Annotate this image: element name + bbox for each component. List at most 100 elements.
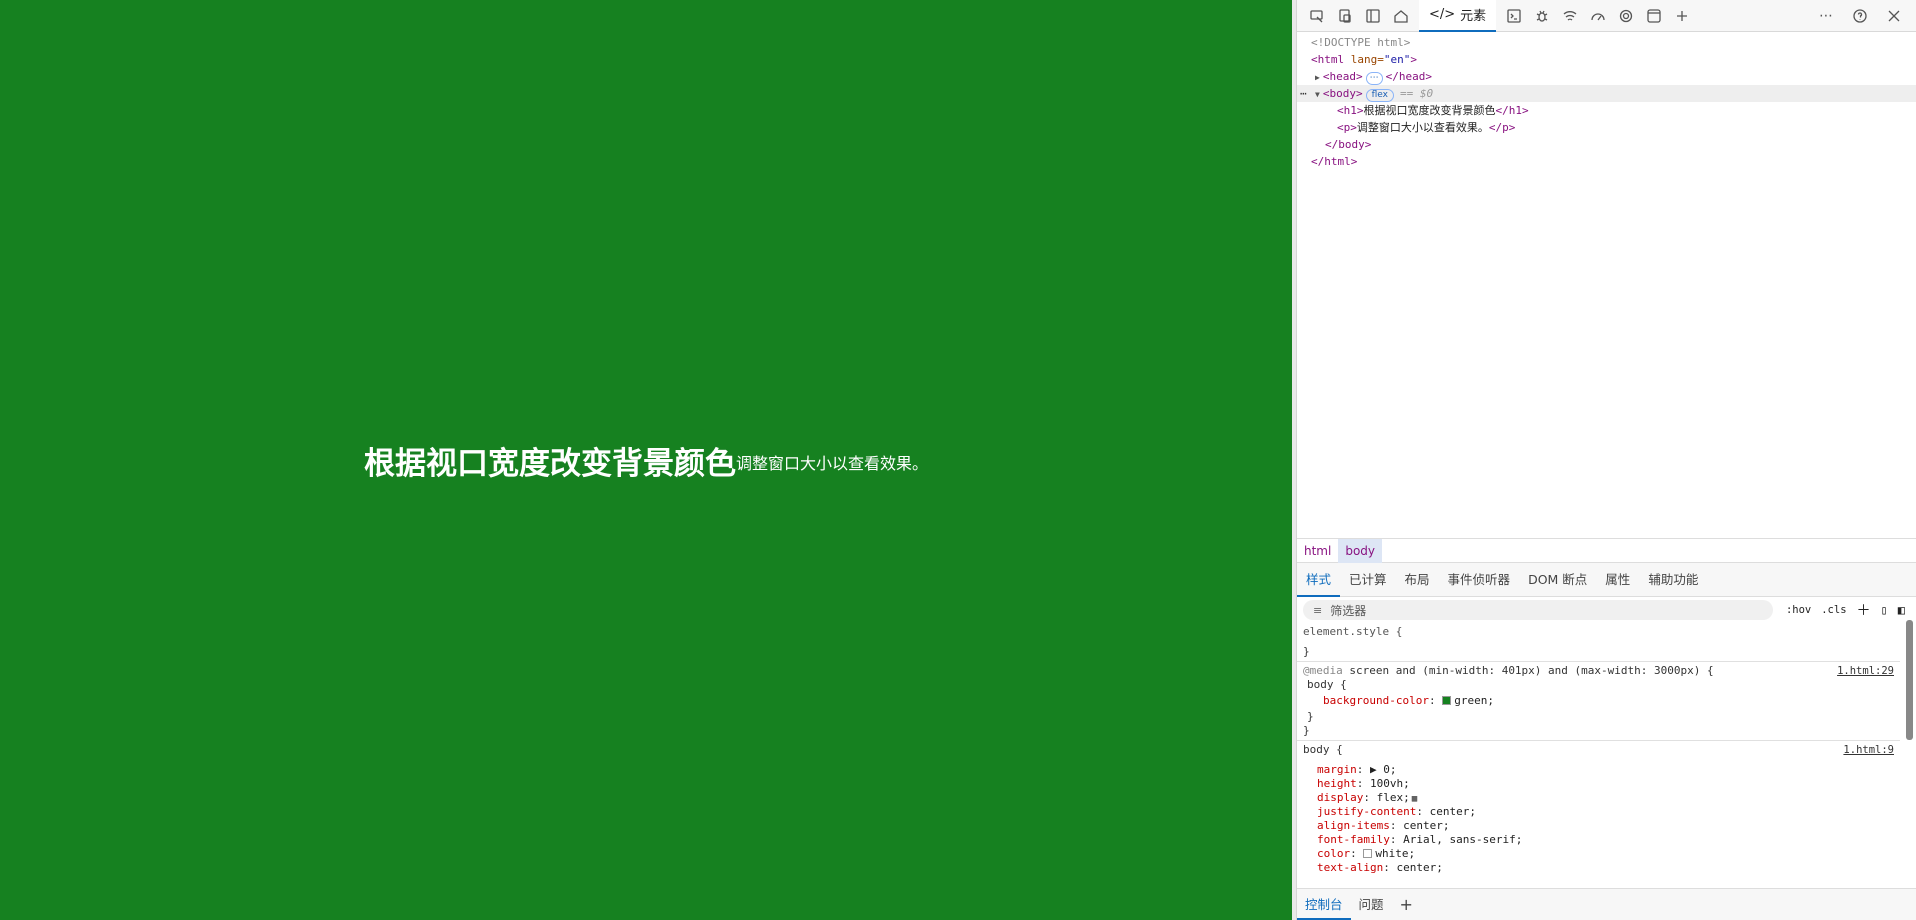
body-selector[interactable]: body {: [1303, 743, 1343, 756]
styles-scrollbar[interactable]: [1905, 604, 1914, 884]
tab-elements[interactable]: </> 元素: [1419, 0, 1497, 32]
console-icon[interactable]: [1500, 2, 1528, 30]
color-swatch[interactable]: [1442, 696, 1452, 705]
prop-name: align-items: [1317, 819, 1390, 832]
prop-display[interactable]: display: flex; ▦: [1297, 791, 1900, 805]
element-style-selector[interactable]: element.style {: [1297, 625, 1900, 639]
drawer-tabs: 控制台 问题 +: [1297, 888, 1916, 920]
tab-layout[interactable]: 布局: [1396, 563, 1439, 597]
inspect-icon[interactable]: [1303, 2, 1331, 30]
prop-value: center;: [1403, 819, 1450, 832]
expand-arrow-icon[interactable]: ▶: [1315, 73, 1320, 82]
h1-open-tag: <h1>: [1337, 104, 1364, 117]
paint-brush-icon[interactable]: ▯: [1881, 603, 1888, 617]
more-icon[interactable]: ⋯: [1812, 2, 1840, 30]
media-close: }: [1303, 724, 1310, 737]
body-close-tag: </body>: [1325, 138, 1372, 151]
tab-elements-label: 元素: [1460, 9, 1487, 24]
media-query: screen and (min-width: 401px) and (max-w…: [1342, 664, 1714, 677]
white-swatch[interactable]: [1363, 849, 1373, 858]
network-icon[interactable]: [1556, 2, 1584, 30]
tab-properties[interactable]: 属性: [1596, 563, 1639, 597]
filter-input[interactable]: ≡ 筛选器: [1303, 600, 1773, 620]
page-paragraph: 调整窗口大小以查看效果。: [735, 456, 928, 473]
prop-value: ▶ 0;: [1370, 763, 1397, 776]
flex-badge[interactable]: flex: [1365, 89, 1394, 102]
prop-name: font-family: [1317, 833, 1390, 846]
hov-button[interactable]: :hov: [1786, 604, 1811, 616]
breadcrumb: html body: [1297, 538, 1916, 563]
media-prop-line[interactable]: background-color: green;: [1297, 694, 1900, 708]
add-tab-icon[interactable]: +: [1392, 889, 1421, 920]
prop-name: margin: [1317, 763, 1357, 776]
new-rule-icon[interactable]: ＋: [1857, 600, 1871, 620]
prop-name: display: [1317, 791, 1364, 804]
collapse-arrow-icon[interactable]: ▼: [1315, 90, 1320, 99]
p-text: 调整窗口大小以查看效果。: [1356, 121, 1489, 134]
application-icon[interactable]: [1640, 2, 1668, 30]
html-attr-value: "en": [1383, 53, 1411, 66]
breadcrumb-body[interactable]: body: [1338, 538, 1383, 563]
dom-p[interactable]: <p>调整窗口大小以查看效果。</p>: [1297, 119, 1916, 136]
filter-placeholder: 筛选器: [1330, 603, 1367, 618]
body-source-link[interactable]: 1.html:9: [1843, 743, 1894, 757]
tab-computed[interactable]: 已计算: [1340, 563, 1396, 597]
tab-issues[interactable]: 问题: [1351, 889, 1392, 920]
home-icon[interactable]: [1387, 2, 1415, 30]
selected-element-marker: == $0: [1399, 87, 1434, 100]
p-open-tag: <p>: [1337, 121, 1357, 134]
prop-margin[interactable]: margin: ▶ 0;: [1297, 763, 1900, 777]
prop-value: center;: [1429, 805, 1476, 818]
p-close-tag: </p>: [1488, 121, 1516, 134]
prop-value: Arial, sans-serif;: [1403, 833, 1523, 846]
filter-icon: ≡: [1313, 603, 1323, 617]
performance-icon[interactable]: [1584, 2, 1612, 30]
toggle-sidebar-icon[interactable]: ◧: [1898, 603, 1905, 617]
add-icon[interactable]: [1668, 2, 1696, 30]
prop-height[interactable]: height: 100vh;: [1297, 777, 1900, 791]
head-close-tag: </head>: [1385, 70, 1432, 83]
dom-doctype[interactable]: <!DOCTYPE html>: [1297, 34, 1916, 51]
dom-body-close[interactable]: </body>: [1297, 136, 1916, 153]
tab-console[interactable]: 控制台: [1297, 889, 1351, 920]
html-bracket: >: [1410, 53, 1417, 66]
rendered-page: 根据视口宽度改变背景颜色 调整窗口大小以查看效果。: [0, 0, 1292, 920]
body-selector-line: body { 1.html:9: [1297, 743, 1900, 757]
media-source-link[interactable]: 1.html:29: [1837, 664, 1894, 678]
dom-tree: <!DOCTYPE html> <html lang="en"> ▶ <head>…: [1297, 32, 1916, 538]
help-icon[interactable]: [1846, 2, 1874, 30]
media-prop-name: background-color: [1323, 694, 1429, 707]
device-icon[interactable]: [1331, 2, 1359, 30]
prop-font-family[interactable]: font-family: Arial, sans-serif;: [1297, 833, 1900, 847]
bug-icon[interactable]: [1528, 2, 1556, 30]
dock-icon[interactable]: [1359, 2, 1387, 30]
dom-head[interactable]: ▶ <head> ⋯ </head>: [1297, 68, 1916, 85]
element-style-rule: element.style { }: [1297, 623, 1900, 662]
dom-html-close[interactable]: </html>: [1297, 153, 1916, 170]
prop-justify-content[interactable]: justify-content: center;: [1297, 805, 1900, 819]
head-collapsed-badge[interactable]: ⋯: [1365, 72, 1383, 85]
settings-gear-icon[interactable]: [1612, 2, 1640, 30]
scrollbar-thumb[interactable]: [1906, 620, 1913, 740]
dom-html-open[interactable]: <html lang="en">: [1297, 51, 1916, 68]
media-body-selector[interactable]: body {: [1297, 678, 1900, 692]
tab-styles[interactable]: 样式: [1297, 563, 1341, 597]
code-icon: </>: [1429, 7, 1456, 22]
flex-editor-icon[interactable]: ▦: [1412, 794, 1417, 804]
breadcrumb-html[interactable]: html: [1297, 539, 1338, 563]
more-dots-icon[interactable]: ⋯: [1300, 85, 1307, 102]
dom-h1[interactable]: <h1>根据视口宽度改变背景颜色</h1>: [1297, 102, 1916, 119]
cls-button[interactable]: .cls: [1821, 604, 1846, 616]
prop-align-items[interactable]: align-items: center;: [1297, 819, 1900, 833]
tab-dom-breakpoints[interactable]: DOM 断点: [1519, 563, 1596, 597]
styles-filter-bar: ≡ 筛选器 :hov .cls ＋ ▯ ◧: [1297, 597, 1916, 623]
prop-name: justify-content: [1317, 805, 1417, 818]
tab-accessibility[interactable]: 辅助功能: [1639, 563, 1707, 597]
prop-color[interactable]: color: white;: [1297, 847, 1900, 861]
close-icon[interactable]: [1880, 2, 1908, 30]
tab-event-listeners[interactable]: 事件侦听器: [1439, 563, 1520, 597]
styles-pane: element.style { } @media screen and (min…: [1297, 623, 1900, 888]
media-rule: @media screen and (min-width: 401px) and…: [1297, 662, 1900, 741]
dom-body-open[interactable]: ⋯ ▼ <body> flex == $0: [1297, 85, 1916, 102]
prop-text-align[interactable]: text-align: center;: [1297, 861, 1900, 875]
